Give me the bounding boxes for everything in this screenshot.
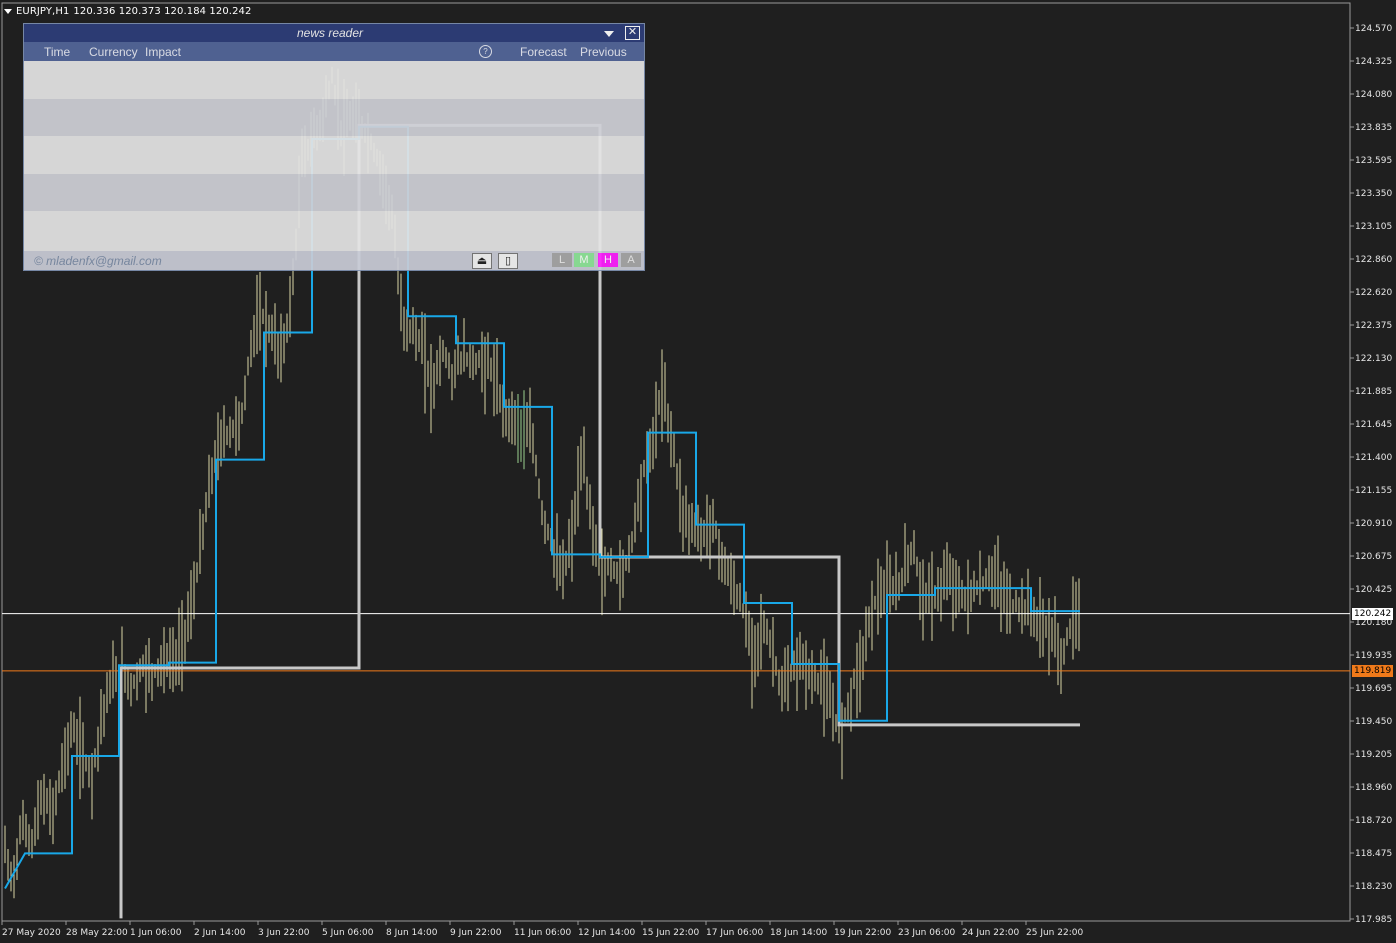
author-email: © mladenfx@gmail.com	[34, 254, 162, 268]
y-tick-label: 119.935	[1355, 651, 1392, 661]
y-tick-label: 123.105	[1355, 222, 1392, 232]
y-tick-label: 118.960	[1355, 783, 1392, 793]
dropdown-caret-icon[interactable]	[4, 8, 12, 14]
news-footer: © mladenfx@gmail.com ⏏ ▯ L M H A	[24, 251, 644, 270]
symbol-header[interactable]: EURJPY,H1 120.336 120.373 120.184 120.24…	[4, 4, 251, 18]
x-tick-label: 5 Jun 06:00	[322, 928, 374, 938]
y-tick-label: 122.860	[1355, 255, 1392, 265]
y-tick-label: 120.425	[1355, 585, 1392, 595]
y-tick-label: 119.450	[1355, 717, 1392, 727]
column-time[interactable]: Time	[44, 45, 70, 59]
y-tick-label: 119.205	[1355, 750, 1392, 760]
x-tick-label: 28 May 22:00	[66, 928, 128, 938]
y-tick-label: 118.230	[1355, 882, 1392, 892]
y-tick-label: 123.595	[1355, 156, 1392, 166]
y-tick-label: 123.835	[1355, 123, 1392, 133]
y-tick-label: 120.910	[1355, 519, 1392, 529]
news-row[interactable]	[24, 211, 644, 249]
filter-low-button[interactable]: L	[552, 253, 572, 267]
orange-level-tag: 119.819	[1352, 665, 1393, 677]
symbol-label: EURJPY,H1	[16, 5, 70, 17]
filter-medium-button[interactable]: M	[574, 253, 594, 267]
y-tick-label: 122.375	[1355, 321, 1392, 331]
y-tick-label: 124.325	[1355, 57, 1392, 67]
news-row[interactable]	[24, 61, 644, 99]
frame-toggle-button[interactable]: ▯	[498, 253, 518, 269]
news-reader-title: news reader	[296, 26, 364, 40]
column-impact[interactable]: Impact	[145, 45, 181, 59]
news-row[interactable]	[24, 98, 644, 137]
news-rows	[24, 61, 644, 249]
eject-icon[interactable]: ⏏	[472, 253, 492, 269]
x-tick-label: 15 Jun 22:00	[642, 928, 699, 938]
x-tick-label: 11 Jun 06:00	[514, 928, 571, 938]
column-currency[interactable]: Currency	[89, 45, 138, 59]
x-tick-label: 3 Jun 22:00	[258, 928, 310, 938]
close-icon[interactable]: ✕	[625, 26, 640, 40]
y-tick-label: 118.720	[1355, 816, 1392, 826]
current-price-tag: 120.242	[1352, 608, 1393, 620]
x-tick-label: 8 Jun 14:00	[386, 928, 438, 938]
y-tick-label: 120.675	[1355, 552, 1392, 562]
column-forecast[interactable]: Forecast	[520, 45, 567, 59]
y-tick-label: 122.620	[1355, 288, 1392, 298]
y-tick-label: 117.985	[1355, 915, 1392, 925]
news-row[interactable]	[24, 173, 644, 212]
y-tick-label: 124.570	[1355, 24, 1392, 34]
x-tick-label: 17 Jun 06:00	[706, 928, 763, 938]
y-tick-label: 124.080	[1355, 90, 1392, 100]
column-previous[interactable]: Previous	[580, 45, 627, 59]
y-tick-label: 123.350	[1355, 189, 1392, 199]
y-tick-label: 121.155	[1355, 486, 1392, 496]
y-tick-label: 121.400	[1355, 453, 1392, 463]
x-tick-label: 25 Jun 22:00	[1026, 928, 1083, 938]
collapse-arrow-icon[interactable]	[604, 31, 614, 37]
x-tick-label: 2 Jun 14:00	[194, 928, 246, 938]
news-reader-titlebar[interactable]: news reader ✕	[24, 24, 644, 42]
news-column-headers: Time Currency Impact ? Forecast Previous	[24, 42, 644, 61]
x-tick-label: 19 Jun 22:00	[834, 928, 891, 938]
y-tick-label: 119.695	[1355, 684, 1392, 694]
filter-high-button[interactable]: H	[598, 253, 618, 267]
news-reader-panel[interactable]: news reader ✕ Time Currency Impact ? For…	[23, 23, 645, 271]
y-tick-label: 118.475	[1355, 849, 1392, 859]
y-tick-label: 122.130	[1355, 354, 1392, 364]
filter-all-button[interactable]: A	[621, 253, 641, 267]
x-tick-label: 27 May 2020	[2, 928, 61, 938]
y-tick-label: 121.885	[1355, 387, 1392, 397]
ohlc-values: 120.336 120.373 120.184 120.242	[73, 5, 252, 17]
x-tick-label: 12 Jun 14:00	[578, 928, 635, 938]
x-tick-label: 24 Jun 22:00	[962, 928, 1019, 938]
x-tick-label: 18 Jun 14:00	[770, 928, 827, 938]
y-tick-label: 121.645	[1355, 420, 1392, 430]
info-icon[interactable]: ?	[479, 45, 492, 58]
x-tick-label: 9 Jun 22:00	[450, 928, 502, 938]
news-row[interactable]	[24, 136, 644, 174]
x-tick-label: 23 Jun 06:00	[898, 928, 955, 938]
x-tick-label: 1 Jun 06:00	[130, 928, 182, 938]
